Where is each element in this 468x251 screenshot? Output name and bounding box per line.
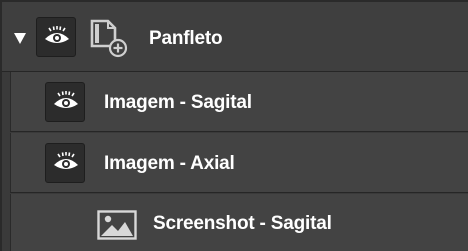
- layer-group-row[interactable]: Panfleto: [2, 2, 468, 72]
- eye-icon: [54, 152, 78, 169]
- layer-row-imagem-axial[interactable]: Imagem - Axial: [10, 133, 468, 193]
- visibility-toggle-button[interactable]: [36, 17, 76, 57]
- file-add-icon: [90, 19, 128, 58]
- layer-label: Screenshot - Sagital: [153, 213, 332, 234]
- expand-triangle-icon[interactable]: [14, 33, 26, 44]
- visibility-toggle-button[interactable]: [45, 82, 85, 122]
- eye-icon: [54, 91, 78, 108]
- layer-label: Imagem - Sagital: [104, 92, 252, 113]
- image-icon: [97, 210, 137, 240]
- layer-row-imagem-sagital[interactable]: Imagem - Sagital: [10, 72, 468, 132]
- layer-label: Imagem - Axial: [104, 153, 235, 174]
- layers-panel: Panfleto Imagem - Sagital Imagem - Axial…: [0, 0, 468, 251]
- visibility-toggle-button[interactable]: [45, 143, 85, 183]
- layer-group-label: Panfleto: [149, 28, 223, 49]
- eye-icon: [45, 26, 69, 43]
- layer-row-screenshot-sagital[interactable]: Screenshot - Sagital: [10, 194, 468, 251]
